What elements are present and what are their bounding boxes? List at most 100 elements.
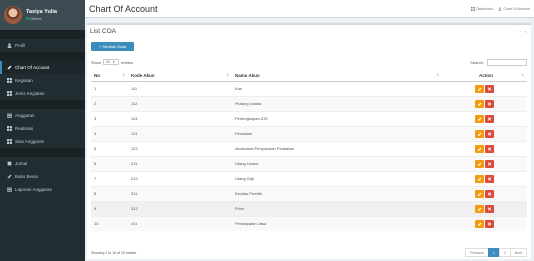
entries-length: Show 10 ▾ entries [91,59,134,65]
cell-kode-akun: 113 [128,110,232,126]
col-nama-akun[interactable]: Nama Akun ⇅ [232,70,442,82]
table-row: 1 111 Kas [91,80,527,96]
user-icon [7,43,12,48]
edit-button[interactable] [475,84,484,93]
cell-kode-akun: 212 [128,170,232,186]
sidebar-item-jurnal[interactable]: Jurnal [0,157,85,170]
content-header: Chart Of Account Dashboard Chart Of Acco… [85,0,534,18]
user-panel: Tasiya Yulia Online [0,0,85,30]
cell-action [442,110,527,126]
cell-kode-akun: 111 [128,80,232,96]
table-info: Showing 1 to 10 of 20 entries [91,251,137,255]
delete-button[interactable] [485,129,494,138]
sidebar-item-realisasi[interactable]: Realisasi [0,122,85,135]
cell-no: 3 [91,110,128,126]
sidebar-item-label: Realisasi [15,126,34,131]
col-kode-akun[interactable]: Kode Akun ⇅ [128,70,232,82]
table-row: 2 112 Piutang Usaha [91,95,527,111]
delete-button[interactable] [485,204,494,213]
sidebar-item-label: Jurnal [15,161,28,166]
edit-button[interactable] [475,129,484,138]
coa-box: List COA − × + Tambah Data Show 10 ▾ entr… [87,23,531,259]
sidebar-item-buku-besar[interactable]: Buku Besar [0,170,85,183]
edit-icon [478,222,482,226]
delete-button[interactable] [485,114,494,123]
grid-icon [7,126,12,131]
sidebar-item-label: Chart Of Account [15,65,50,70]
edit-icon [478,102,482,106]
grid-icon [7,139,12,144]
sidebar: Tasiya Yulia Online Profil Chart Of Accou… [0,0,85,261]
delete-button[interactable] [485,219,494,228]
close-icon [487,86,492,91]
close-icon [487,131,492,136]
minus-icon[interactable]: − [519,29,521,34]
sidebar-item-label: Kegiatan [15,78,33,83]
page-previous[interactable]: Previous [465,248,489,257]
sidebar-item-label: Jenis Kegiatan [15,91,45,96]
sidebar-item-chart-of-account[interactable]: Chart Of Account [0,61,85,74]
sidebar-item-jenis-kegiatan[interactable]: Jenis Kegiatan [0,87,85,100]
close-icon [487,191,492,196]
col-no[interactable]: No ⇅ [91,70,128,82]
cell-no: 1 [91,80,128,96]
delete-button[interactable] [485,189,494,198]
sort-icon: ⇅ [521,73,524,77]
cell-no: 6 [91,155,128,171]
col-action[interactable]: Action ⇅ [442,70,527,82]
cell-action [442,140,527,156]
delete-button[interactable] [485,99,494,108]
sidebar-item-kegiatan[interactable]: Kegiatan [0,74,85,87]
sidebar-item-laporan-anggaran[interactable]: Laporan Anggaran [0,183,85,196]
edit-button[interactable] [475,189,484,198]
list-icon [7,187,12,192]
cell-nama-akun: Piutang Usaha [232,95,442,111]
edit-icon [478,117,482,121]
cell-action [442,125,527,141]
table-row: 4 121 Peralatan [91,125,527,141]
close-icon[interactable]: × [525,29,527,34]
sidebar-item-anggaran[interactable]: Anggaran [0,109,85,122]
table-row: 6 211 Utang Usaha [91,155,527,171]
entries-select[interactable]: 10 ▾ [103,59,120,65]
box-title: List COA [90,28,117,35]
edit-button[interactable] [475,219,484,228]
close-icon [487,206,492,211]
add-data-button[interactable]: + Tambah Data [91,42,134,51]
edit-button[interactable] [475,159,484,168]
edit-icon [478,87,482,91]
delete-button[interactable] [485,174,494,183]
sidebar-item-sisa-anggaran[interactable]: Sisa Anggaran [0,135,85,148]
edit-icon [478,132,482,136]
edit-button[interactable] [475,114,484,123]
delete-button[interactable] [485,159,494,168]
table-row: 7 212 Utang Gaji [91,170,527,186]
edit-button[interactable] [475,204,484,213]
sidebar-item-label: Profil [15,43,26,48]
table-row: 8 311 Ekuitas Pemilik [91,185,527,201]
close-icon [487,176,492,181]
user-status: Online [26,16,57,21]
table-row: 5 122 Akumulasi Penyusutan Peralatan [91,140,527,156]
delete-button[interactable] [485,84,494,93]
cell-kode-akun: 122 [128,140,232,156]
edit-button[interactable] [475,99,484,108]
cell-action [442,170,527,186]
cell-no: 7 [91,170,128,186]
breadcrumb-dashboard[interactable]: Dashboard [471,7,493,11]
edit-button[interactable] [475,144,484,153]
sidebar-menu: Profil Chart Of Account Kegiatan Jenis Kegi… [0,30,85,196]
cell-nama-akun: Perlengkapan ATK [232,110,442,126]
cell-nama-akun: Utang Usaha [232,155,442,171]
sidebar-section-header [0,148,85,157]
delete-button[interactable] [485,144,494,153]
edit-icon [478,147,482,151]
sort-icon: ⇅ [436,73,439,77]
search-input[interactable] [487,59,527,66]
breadcrumb: Dashboard Chart Of Account [471,7,530,11]
cell-kode-akun: 411 [128,215,232,231]
edit-button[interactable] [475,174,484,183]
page-next[interactable]: Next [509,248,527,257]
sidebar-item-profil[interactable]: Profil [0,39,85,52]
table-row: 10 411 Pendapatan Jasa [91,215,527,231]
